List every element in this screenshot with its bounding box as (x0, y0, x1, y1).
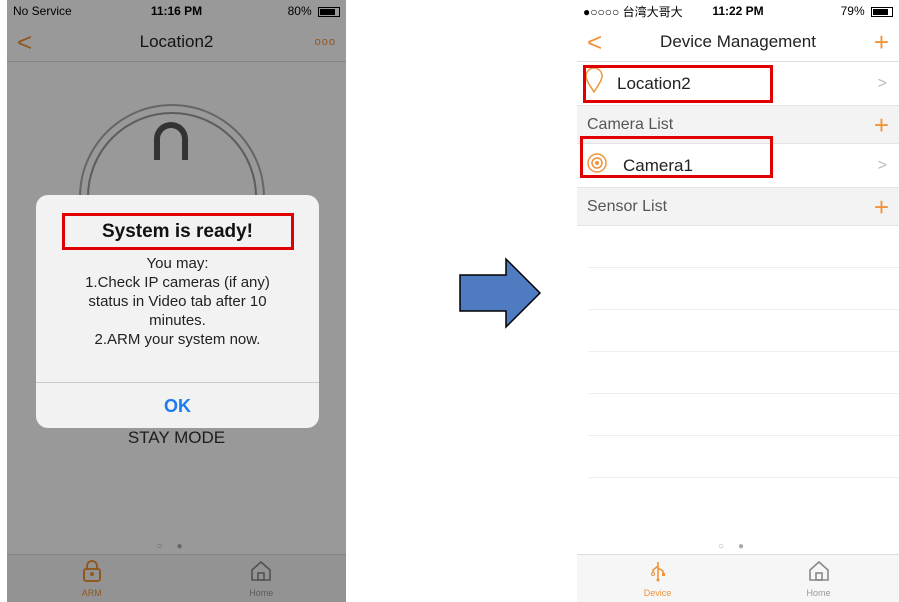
alert-line: minutes. (149, 312, 206, 329)
empty-list (577, 226, 899, 478)
location-row[interactable]: Location2 > (577, 62, 899, 106)
add-camera-icon[interactable]: + (874, 112, 889, 138)
tab-home-label: Home (806, 587, 831, 598)
alert-line: 2.ARM your system now. (94, 331, 261, 348)
status-time: 11:22 PM (712, 4, 764, 18)
carrier-text: No Service (13, 4, 72, 18)
alert-line: 1.Check IP cameras (if any) (85, 274, 270, 291)
tab-device[interactable]: Device (577, 555, 738, 602)
camera-row[interactable]: Camera1 > (577, 136, 899, 188)
battery-icon (318, 6, 340, 17)
alert-title: System is ready! (61, 213, 294, 250)
battery-indicator: 80% (288, 4, 340, 18)
battery-indicator: 79% (841, 4, 893, 18)
sensor-list-label: Sensor List (587, 197, 668, 215)
left-phone-screen: No Service 11:16 PM 80% < Location2 ooo … (7, 0, 346, 602)
tab-home[interactable]: Home (738, 555, 899, 602)
add-icon[interactable]: + (874, 29, 889, 55)
battery-icon (871, 6, 893, 17)
chevron-right-icon: > (877, 74, 887, 92)
page-title: Device Management (660, 31, 816, 51)
battery-percent: 79% (840, 4, 865, 18)
add-sensor-icon[interactable]: + (874, 194, 889, 220)
battery-percent: 80% (287, 4, 312, 18)
alert-line: status in Video tab after 10 (88, 293, 267, 310)
right-arrow-icon (459, 257, 542, 329)
highlight-box (583, 65, 773, 103)
camera-list-label: Camera List (587, 115, 674, 133)
sensor-list-section: Sensor List + (577, 188, 899, 226)
status-bar: No Service 11:16 PM 80% (7, 0, 346, 22)
battery-fill (873, 8, 888, 15)
back-chevron-icon[interactable]: < (587, 29, 602, 55)
highlight-box (580, 136, 773, 178)
status-bar: ●○○○○ 台湾大哥大 11:22 PM 79% (577, 0, 899, 22)
tab-bar: Device Home (577, 554, 899, 602)
battery-fill (320, 8, 335, 15)
chevron-right-icon: > (877, 156, 887, 174)
device-usb-icon (647, 560, 669, 586)
carrier-text: ●○○○○ 台湾大哥大 (583, 4, 683, 19)
nav-bar: < Device Management + (577, 22, 899, 62)
flow-arrow (458, 257, 542, 329)
alert-message: You may: 1.Check IP cameras (if any) sta… (36, 250, 319, 349)
status-time: 11:16 PM (150, 4, 203, 18)
right-phone-screen: ●○○○○ 台湾大哥大 11:22 PM 79% < Device Manage… (577, 0, 899, 602)
alert-line: You may: (146, 255, 209, 272)
home-icon (808, 560, 830, 586)
tab-device-label: Device (643, 587, 672, 598)
page-indicator: ○● (717, 541, 759, 552)
system-ready-alert: System is ready! You may: 1.Check IP cam… (36, 195, 319, 428)
ok-button[interactable]: OK (36, 382, 319, 428)
